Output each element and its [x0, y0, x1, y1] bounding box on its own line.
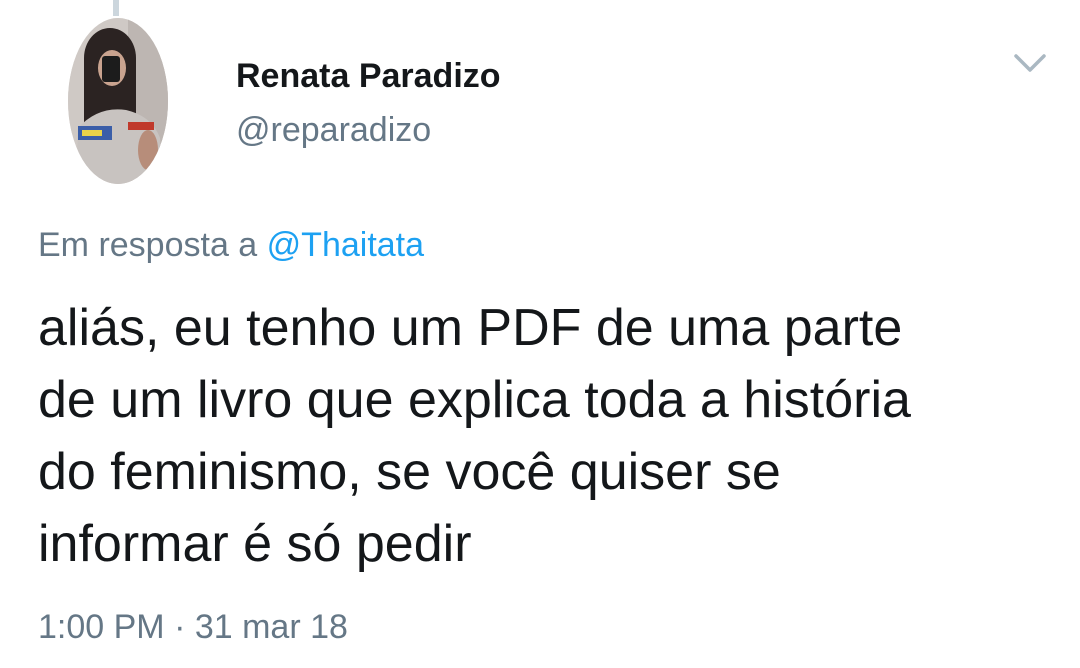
tweet-timestamp[interactable]: 1:00 PM · 31 mar 18 [38, 604, 348, 650]
tweet-text-line: do feminismo, se você quiser se [38, 443, 781, 501]
tweet-text-line: de um livro que explica toda a história [38, 371, 911, 429]
reply-prefix: Em resposta a [38, 226, 258, 264]
tweet-text-line: aliás, eu tenho um PDF de uma parte [38, 299, 903, 357]
chevron-down-icon [1014, 54, 1046, 72]
reply-context: Em resposta a @Thaitata [38, 222, 424, 268]
tweet-menu-button[interactable] [1010, 50, 1050, 76]
thread-connector-line [113, 0, 119, 16]
avatar[interactable] [68, 18, 168, 184]
tweet-text-line: informar é só pedir [38, 515, 472, 573]
reply-mention-link[interactable]: @Thaitata [267, 226, 424, 264]
avatar-photo [68, 18, 168, 184]
tweet-text: aliás, eu tenho um PDF de uma parte de u… [38, 292, 1058, 580]
author-handle[interactable]: @reparadizo [236, 106, 501, 154]
author-name[interactable]: Renata Paradizo [236, 52, 501, 100]
author-block[interactable]: Renata Paradizo @reparadizo [236, 52, 501, 154]
